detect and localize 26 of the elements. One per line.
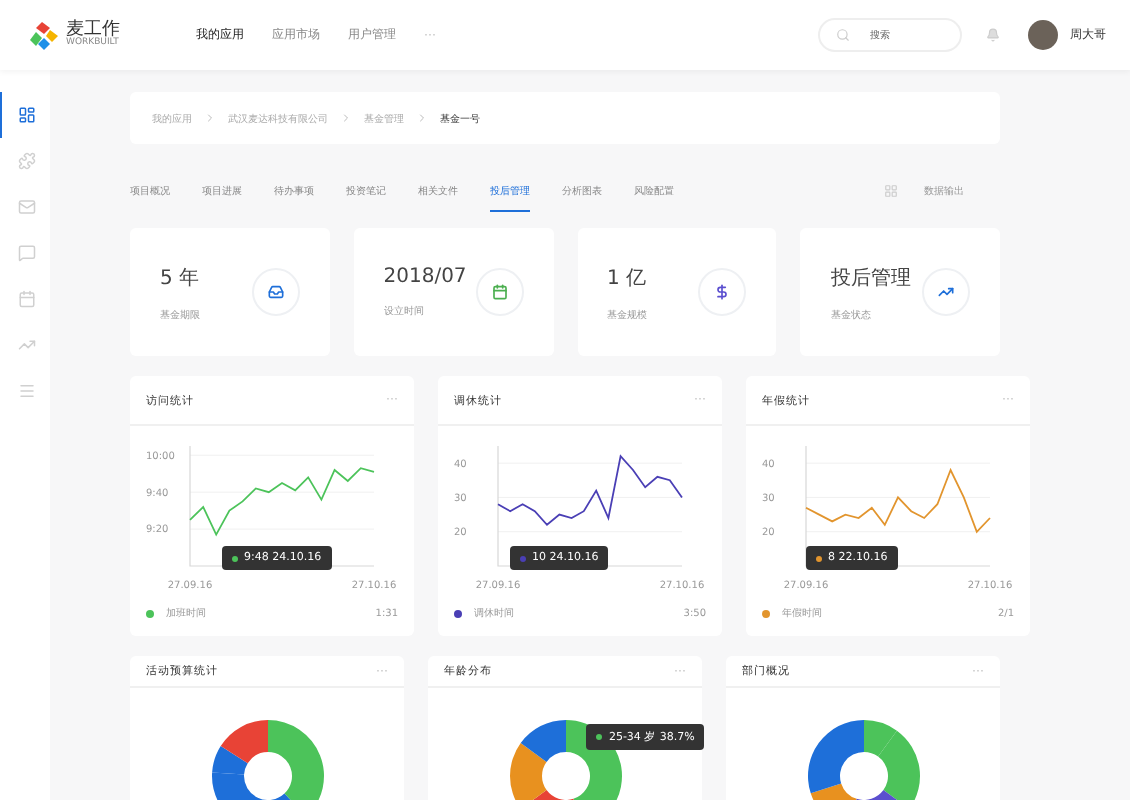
menu-icon bbox=[17, 382, 35, 400]
mail-icon bbox=[17, 198, 35, 216]
grid-icon bbox=[884, 183, 898, 197]
chevron-icon bbox=[416, 112, 428, 124]
tooltip-dot bbox=[520, 555, 526, 561]
calendar-icon bbox=[17, 290, 35, 308]
logo-name: 麦工作 bbox=[66, 21, 120, 40]
trend-icon bbox=[17, 336, 35, 354]
bell-icon[interactable] bbox=[986, 28, 1000, 42]
logo-icon bbox=[28, 19, 60, 51]
tooltip-dot bbox=[816, 555, 822, 561]
search-icon bbox=[836, 28, 850, 42]
stat-value: 2018/07 bbox=[383, 266, 467, 288]
stat-value: 投后管理 bbox=[830, 265, 911, 291]
dashboard-icon bbox=[17, 106, 35, 124]
chevron-icon bbox=[340, 112, 352, 124]
puzzle-icon bbox=[17, 152, 35, 170]
donut-chart-drawing bbox=[803, 716, 923, 800]
donut-chart-drawing bbox=[207, 716, 327, 800]
stat-value: 5 年 bbox=[160, 265, 200, 291]
chevron-icon bbox=[204, 112, 216, 124]
avatar[interactable] bbox=[1028, 20, 1058, 50]
stat-value: 1 亿 bbox=[607, 265, 647, 291]
tooltip-dot bbox=[232, 555, 238, 561]
chat-icon bbox=[17, 244, 35, 262]
tooltip-dot bbox=[596, 734, 603, 740]
